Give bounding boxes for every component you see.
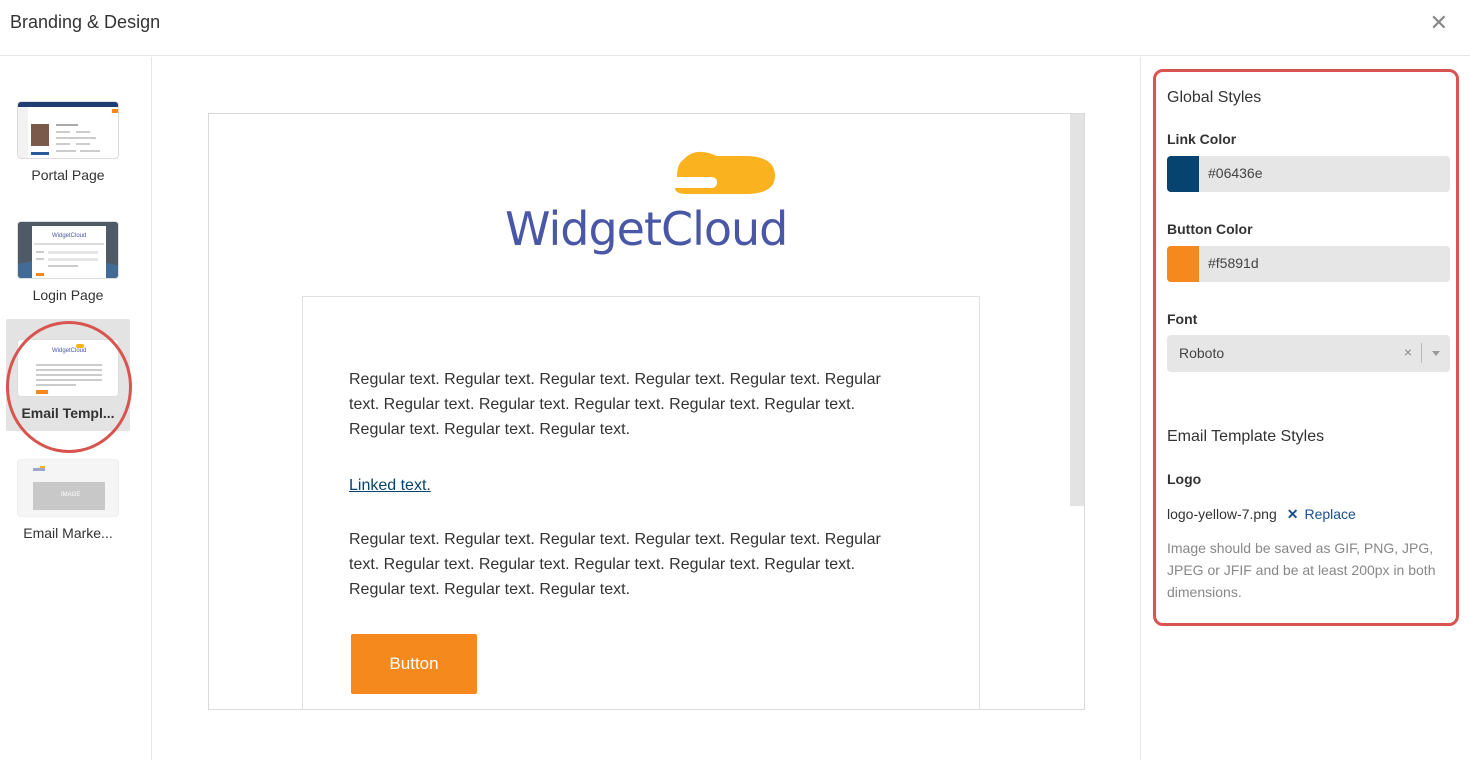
global-styles-title: Global Styles [1167, 89, 1262, 106]
logo-text: WidgetCloud [505, 202, 788, 256]
modal-title: Branding & Design [10, 12, 161, 32]
logo-label: Logo [1167, 471, 1202, 487]
link-suffix: . [426, 477, 431, 494]
font-label: Font [1167, 311, 1198, 327]
regular-text-paragraph: Regular text. Regular text. Regular text… [349, 371, 881, 438]
login-thumb-logo: WidgetCloud [52, 233, 87, 239]
email-preview: WidgetCloud Regular text. Regular text. … [208, 113, 1085, 710]
logo-help-text: Image should be saved as GIF, PNG, JPG, … [1167, 540, 1436, 600]
nav-item-label: Email Marke... [23, 525, 113, 541]
nav-item-label: Portal Page [31, 167, 105, 183]
email-marketing-thumbnail: IMAGE [17, 459, 119, 517]
close-icon[interactable]: ✕ [1430, 12, 1448, 34]
marketing-thumb-image-label: IMAGE [61, 492, 81, 498]
email-body-card: Regular text. Regular text. Regular text… [302, 296, 980, 709]
email-sample-button[interactable]: Button [351, 634, 477, 694]
logo-filename: logo-yellow-7.png [1167, 506, 1277, 522]
logo-file-row: logo-yellow-7.png ✕ Replace [1167, 506, 1356, 523]
widgetcloud-logo: WidgetCloud [505, 144, 788, 264]
link-color-label: Link Color [1167, 131, 1237, 147]
link-color-value: #06436e [1208, 165, 1263, 181]
link-color-swatch[interactable] [1167, 156, 1199, 192]
preview-scrollbar[interactable] [1070, 114, 1084, 506]
button-color-label: Button Color [1167, 221, 1253, 237]
button-color-swatch[interactable] [1167, 246, 1199, 282]
nav-item-login-page[interactable]: WidgetCloud Login Page [6, 221, 130, 303]
font-value: Roboto [1179, 345, 1225, 361]
link-text[interactable]: Linked text [349, 477, 426, 494]
font-select[interactable]: Roboto × [1167, 335, 1450, 372]
nav-item-email-marketing[interactable]: IMAGE Email Marke... [6, 459, 130, 541]
portal-page-thumbnail [17, 101, 119, 159]
email-template-styles-title: Email Template Styles [1167, 428, 1325, 445]
nav-item-label: Email Templ... [21, 405, 115, 421]
chevron-down-icon[interactable] [1432, 351, 1440, 356]
link-color-input[interactable]: #06436e [1167, 156, 1450, 192]
select-separator [1421, 343, 1422, 363]
regular-text-paragraph: Regular text. Regular text. Regular text… [349, 531, 881, 598]
email-thumb-logo: WidgetCloud [52, 348, 87, 354]
email-template-thumbnail: WidgetCloud [17, 339, 119, 397]
styles-panel: Global Styles Link Color #06436e Button … [1140, 57, 1470, 760]
button-color-value: #f5891d [1208, 255, 1259, 271]
replace-logo-link[interactable]: Replace [1304, 506, 1355, 522]
button-color-input[interactable]: #f5891d [1167, 246, 1450, 282]
nav-item-portal-page[interactable]: Portal Page [6, 101, 130, 183]
clear-icon[interactable]: × [1404, 344, 1412, 360]
nav-item-label: Login Page [32, 287, 104, 303]
remove-logo-icon[interactable]: ✕ [1287, 506, 1299, 522]
modal-header: Branding & Design ✕ [0, 0, 1470, 56]
template-nav: Portal Page WidgetCloud Login Page Widge… [0, 57, 152, 760]
linked-text[interactable]: Linked text. [349, 477, 431, 495]
login-page-thumbnail: WidgetCloud [17, 221, 119, 279]
nav-item-email-templates[interactable]: WidgetCloud Email Templ... [6, 319, 130, 431]
